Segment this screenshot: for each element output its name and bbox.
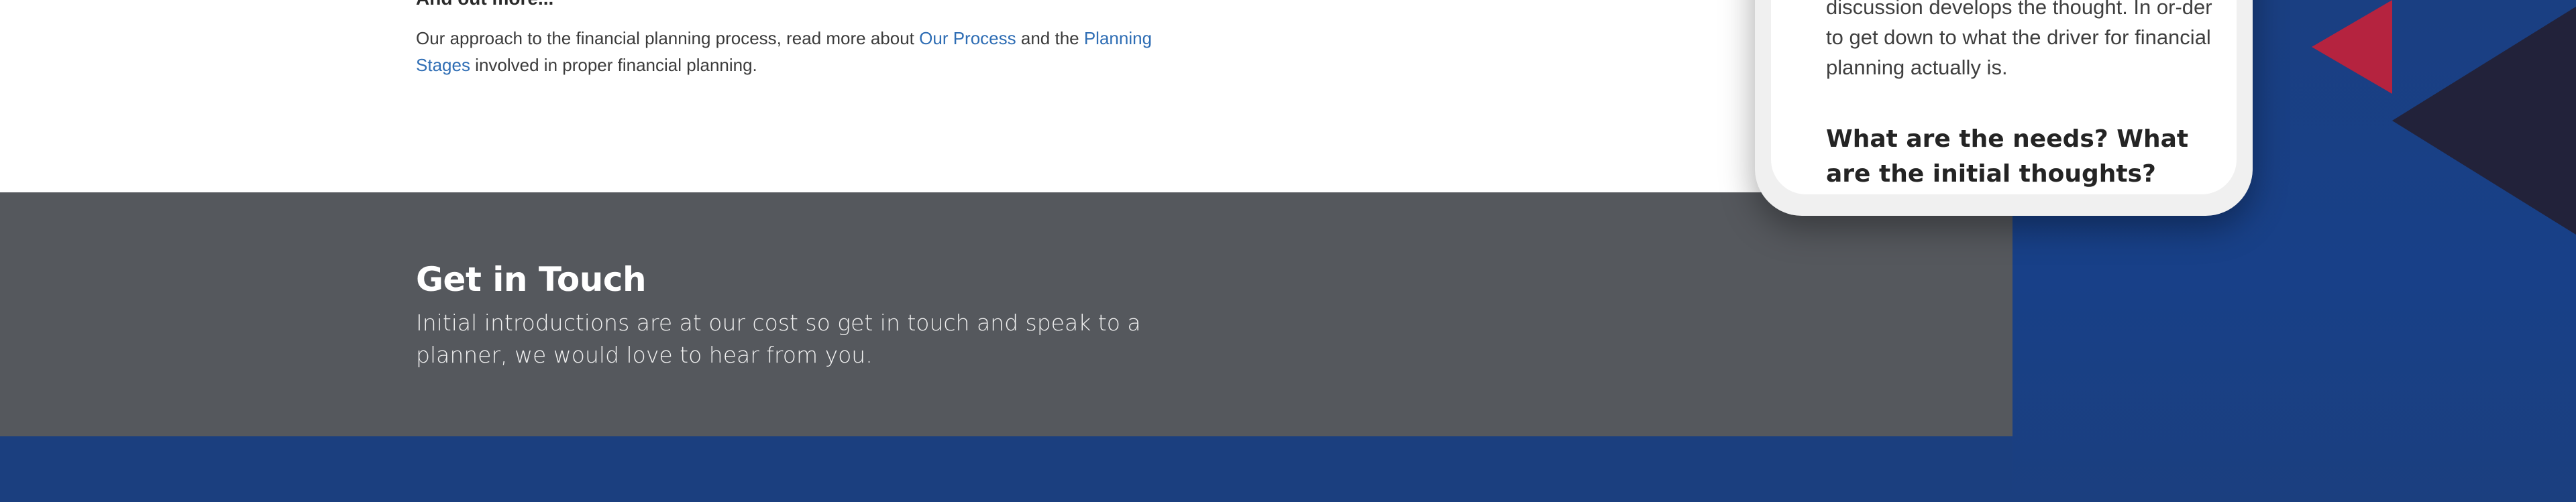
phone-body-text: discussion develops the thought. In or-d… <box>1826 0 2212 79</box>
intro-text-middle: and the <box>1016 28 1084 48</box>
intro-paragraph: Our approach to the financial planning p… <box>416 25 1208 78</box>
content-section: And out more... Our approach to the fina… <box>0 0 2012 192</box>
get-in-touch-title: Get in Touch <box>416 260 647 299</box>
section-heading: And out more... <box>416 0 553 9</box>
phone-heading: What are the needs? What are the initial… <box>1826 125 2189 188</box>
intro-text-before: Our approach to the financial planning p… <box>416 28 920 48</box>
decorative-red-triangle <box>2312 0 2392 94</box>
footer-strip <box>0 436 2012 502</box>
phone-screen: discussion develops the thought. In or-d… <box>1771 0 2237 194</box>
our-process-link[interactable]: Our Process <box>919 28 1016 48</box>
phone-mockup: discussion develops the thought. In or-d… <box>1755 0 2253 216</box>
decorative-dark-triangle <box>2392 0 2576 241</box>
get-in-touch-text: Initial introductions are at our cost so… <box>416 310 1141 368</box>
intro-text-after: involved in proper financial planning. <box>470 55 757 75</box>
